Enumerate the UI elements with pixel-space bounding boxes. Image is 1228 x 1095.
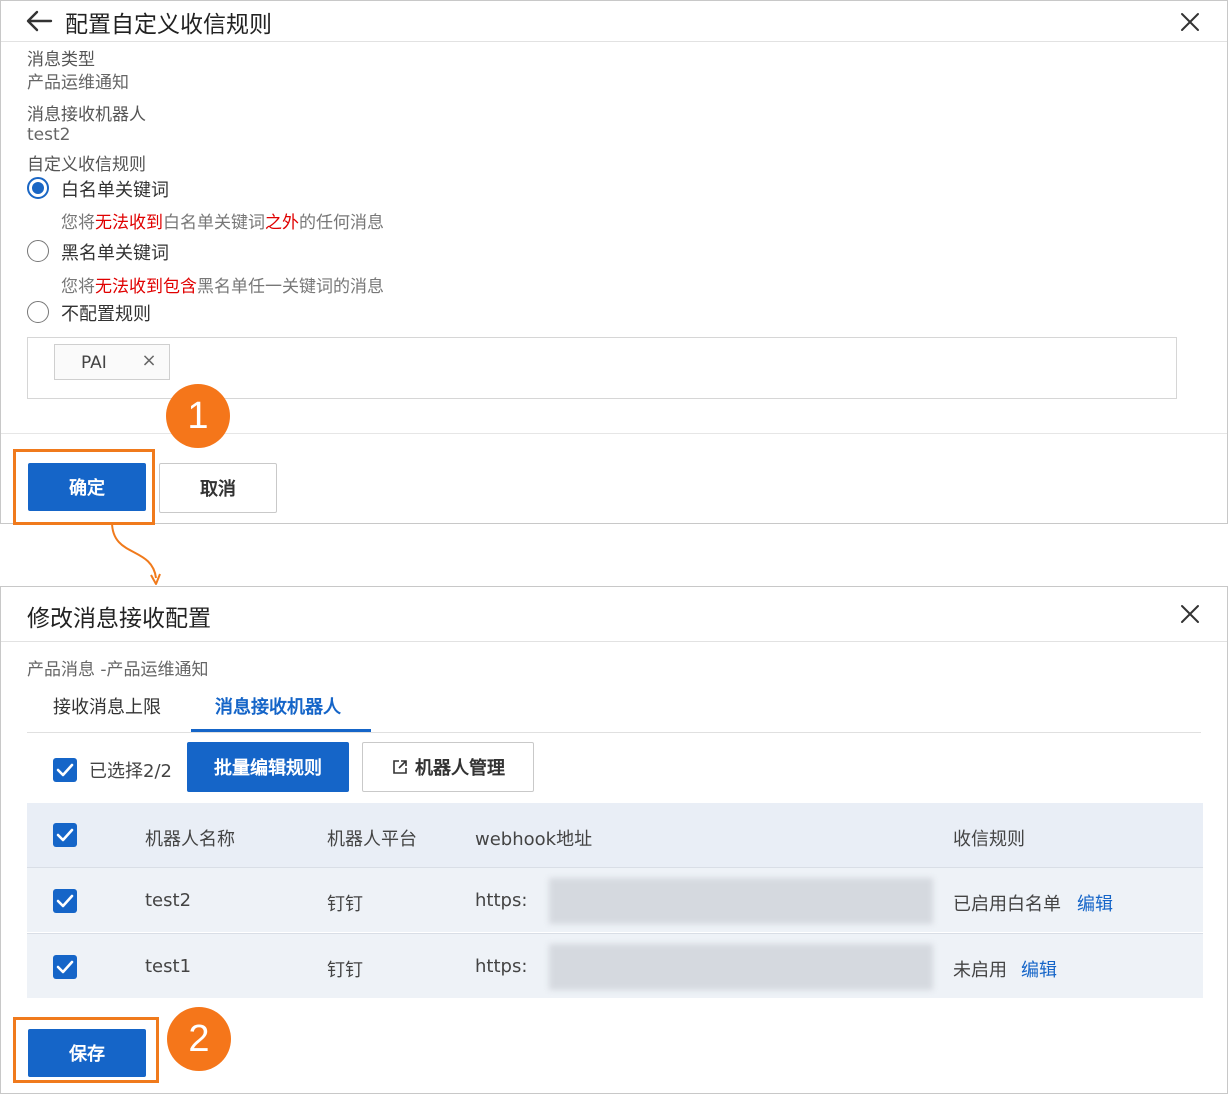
option-blacklist-label: 黑名单关键词 bbox=[61, 243, 169, 264]
header-checkbox[interactable] bbox=[53, 823, 77, 847]
robot-manage-button[interactable]: 机器人管理 bbox=[362, 742, 534, 792]
edit-link[interactable]: 编辑 bbox=[1077, 890, 1113, 916]
batch-edit-rules-button[interactable]: 批量编辑规则 bbox=[187, 742, 349, 792]
col-robot-name: 机器人名称 bbox=[145, 829, 235, 850]
robot-manage-label: 机器人管理 bbox=[415, 758, 505, 779]
option-whitelist-desc: 您将无法收到白名单关键词之外的任何消息 bbox=[61, 213, 384, 233]
webhook-redacted bbox=[549, 944, 933, 990]
radio-whitelist[interactable] bbox=[27, 177, 49, 199]
msg-type-label: 消息类型 bbox=[27, 50, 95, 70]
robot-platform: 钉钉 bbox=[327, 894, 363, 915]
close-icon[interactable] bbox=[1177, 9, 1203, 35]
radio-blacklist[interactable] bbox=[27, 240, 49, 262]
rule-status: 未启用 bbox=[953, 960, 1007, 981]
arrow-left-icon[interactable] bbox=[23, 5, 55, 37]
save-button[interactable]: 保存 bbox=[28, 1029, 146, 1077]
selected-count: 已选择2/2 bbox=[89, 761, 172, 782]
tab-message-robots[interactable]: 消息接收机器人 bbox=[215, 693, 341, 719]
check-icon bbox=[56, 828, 74, 842]
webhook-url: https: bbox=[475, 890, 528, 911]
connector-arrow-icon bbox=[111, 521, 161, 585]
webhook-redacted bbox=[549, 878, 933, 924]
row-checkbox[interactable] bbox=[53, 955, 77, 979]
dialog-title: 修改消息接收配置 bbox=[27, 606, 211, 632]
option-whitelist-label: 白名单关键词 bbox=[61, 180, 169, 201]
custom-rule-dialog: 配置自定义收信规则 消息类型 产品运维通知 消息接收机器人 test2 自定义收… bbox=[0, 0, 1228, 525]
robot-label: 消息接收机器人 bbox=[27, 105, 146, 125]
rule-label: 自定义收信规则 bbox=[27, 155, 146, 175]
confirm-button[interactable]: 确定 bbox=[28, 463, 146, 511]
edit-link[interactable]: 编辑 bbox=[1021, 956, 1057, 982]
header-divider bbox=[1, 641, 1227, 642]
table-header: 机器人名称 机器人平台 webhook地址 收信规则 bbox=[27, 803, 1203, 867]
step-marker-1: 1 bbox=[166, 384, 230, 448]
receive-config-dialog: 修改消息接收配置 产品消息 -产品运维通知 接收消息上限 消息接收机器人 已选择… bbox=[0, 586, 1228, 1094]
cancel-button[interactable]: 取消 bbox=[159, 463, 277, 513]
keyword-tag-text: PAI bbox=[81, 353, 107, 373]
col-webhook: webhook地址 bbox=[475, 829, 593, 850]
check-icon bbox=[56, 763, 74, 777]
robot-name: test2 bbox=[145, 890, 192, 911]
header-divider bbox=[1, 41, 1227, 42]
select-all-checkbox[interactable] bbox=[53, 758, 77, 782]
step-marker-2: 2 bbox=[167, 1007, 231, 1071]
msg-type-value: 产品运维通知 bbox=[27, 73, 129, 93]
tabs-divider bbox=[27, 732, 1201, 733]
col-robot-platform: 机器人平台 bbox=[327, 829, 417, 850]
row-checkbox[interactable] bbox=[53, 889, 77, 913]
active-tab-indicator bbox=[191, 729, 371, 732]
rule-status: 已启用白名单 bbox=[953, 894, 1061, 915]
dialog-title: 配置自定义收信规则 bbox=[65, 12, 272, 38]
webhook-url: https: bbox=[475, 956, 528, 977]
option-blacklist-desc: 您将无法收到包含黑名单任一关键词的消息 bbox=[61, 277, 384, 297]
option-no-rule-label: 不配置规则 bbox=[61, 304, 151, 325]
tag-remove-icon[interactable]: × bbox=[141, 351, 157, 371]
external-link-icon bbox=[393, 760, 407, 774]
col-receive-rule: 收信规则 bbox=[953, 829, 1025, 850]
robot-name: test1 bbox=[145, 956, 192, 977]
radio-no-rule[interactable] bbox=[27, 301, 49, 323]
product-subtitle: 产品消息 -产品运维通知 bbox=[27, 660, 209, 680]
table-row: test2 钉钉 https: 已启用白名单 编辑 bbox=[27, 867, 1203, 932]
tab-receive-limit[interactable]: 接收消息上限 bbox=[53, 693, 161, 719]
keyword-tag: PAI × bbox=[54, 344, 170, 380]
table-row: test1 钉钉 https: 未启用 编辑 bbox=[27, 933, 1203, 998]
robot-platform: 钉钉 bbox=[327, 960, 363, 981]
check-icon bbox=[56, 960, 74, 974]
robot-value: test2 bbox=[27, 125, 71, 145]
check-icon bbox=[56, 894, 74, 908]
close-icon[interactable] bbox=[1177, 601, 1203, 627]
